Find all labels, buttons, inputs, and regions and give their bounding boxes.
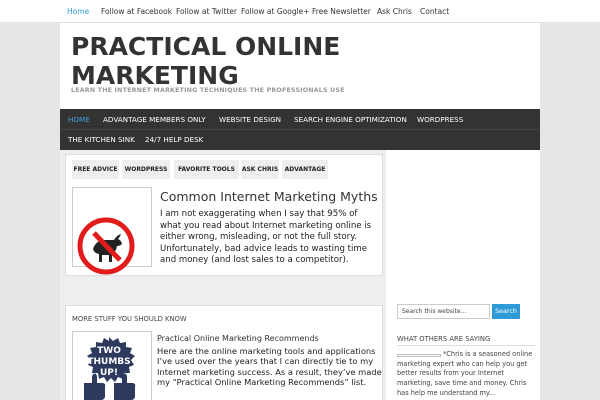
nav-item-advantage-members[interactable]: ADVANTAGE MEMBERS ONLY: [103, 115, 206, 124]
tab-ask-chris[interactable]: ASK CHRIS: [241, 160, 279, 179]
site-title[interactable]: PRACTICAL ONLINE MARKETING: [71, 32, 371, 90]
thumbs-text-line-2: THUMBS: [87, 357, 130, 367]
topbar-link-ask-chris[interactable]: Ask Chris: [377, 7, 412, 16]
nav-item-home[interactable]: HOME: [68, 115, 90, 124]
more-stuff-heading: MORE STUFF YOU SHOULD KNOW: [72, 315, 187, 323]
primary-nav: HOME ADVANTAGE MEMBERS ONLY WEBSITE DESI…: [60, 109, 540, 150]
nav-divider: [60, 129, 540, 130]
nav-item-kitchen-sink[interactable]: THE KITCHEN SINK: [68, 135, 135, 144]
top-bar: Home Follow at Facebook Follow at Twitte…: [0, 0, 600, 23]
tab-wordpress[interactable]: WORDPRESS: [122, 160, 170, 179]
site-container: PRACTICAL ONLINE MARKETING LEARN THE INT…: [60, 23, 540, 400]
featured-post-excerpt: I am not exaggerating when I say that 95…: [160, 209, 372, 265]
tab-free-advice[interactable]: FREE ADVICE: [72, 160, 119, 179]
nav-item-help-desk[interactable]: 24/7 HELP DESK: [145, 135, 203, 144]
topbar-link-twitter[interactable]: Follow at Twitter: [176, 7, 237, 16]
no-bull-icon: [77, 217, 135, 275]
topbar-link-googleplus[interactable]: Follow at Google+: [241, 7, 310, 16]
tab-advantage[interactable]: ADVANTAGE: [282, 160, 328, 179]
thumbs-text-line-3: UP!: [100, 368, 118, 378]
search-input[interactable]: Search this website…: [397, 304, 490, 319]
topbar-link-facebook[interactable]: Follow at Facebook: [101, 7, 172, 16]
site-description: LEARN THE INTERNET MARKETING TECHNIQUES …: [71, 87, 345, 94]
search-button[interactable]: Search: [492, 304, 520, 319]
nav-item-wordpress[interactable]: WORDPRESS: [417, 115, 463, 124]
recommends-post-excerpt: Here are the online marketing tools and …: [157, 346, 382, 387]
topbar-link-home[interactable]: Home: [67, 7, 89, 16]
testimonial-text: *Chris is a seasoned online marketing ex…: [397, 350, 533, 397]
thumbs-text-line-1: TWO: [97, 346, 121, 356]
topbar-link-newsletter[interactable]: Free Newsletter: [312, 7, 371, 16]
recommends-post-title[interactable]: Practical Online Marketing Recommends: [157, 334, 319, 343]
tab-favorite-tools[interactable]: FAVORITE TOOLS: [174, 160, 239, 179]
nav-item-seo[interactable]: SEARCH ENGINE OPTIMIZATION: [294, 115, 407, 124]
nav-item-website-design[interactable]: WEBSITE DESIGN: [219, 115, 281, 124]
testimonials-heading: WHAT OTHERS ARE SAYING: [397, 335, 491, 343]
widget-divider: [397, 345, 535, 346]
featured-post-title[interactable]: Common Internet Marketing Myths: [160, 189, 378, 204]
two-thumbs-up-icon: TWO THUMBS UP!: [84, 337, 136, 400]
topbar-link-contact[interactable]: Contact: [420, 7, 449, 16]
